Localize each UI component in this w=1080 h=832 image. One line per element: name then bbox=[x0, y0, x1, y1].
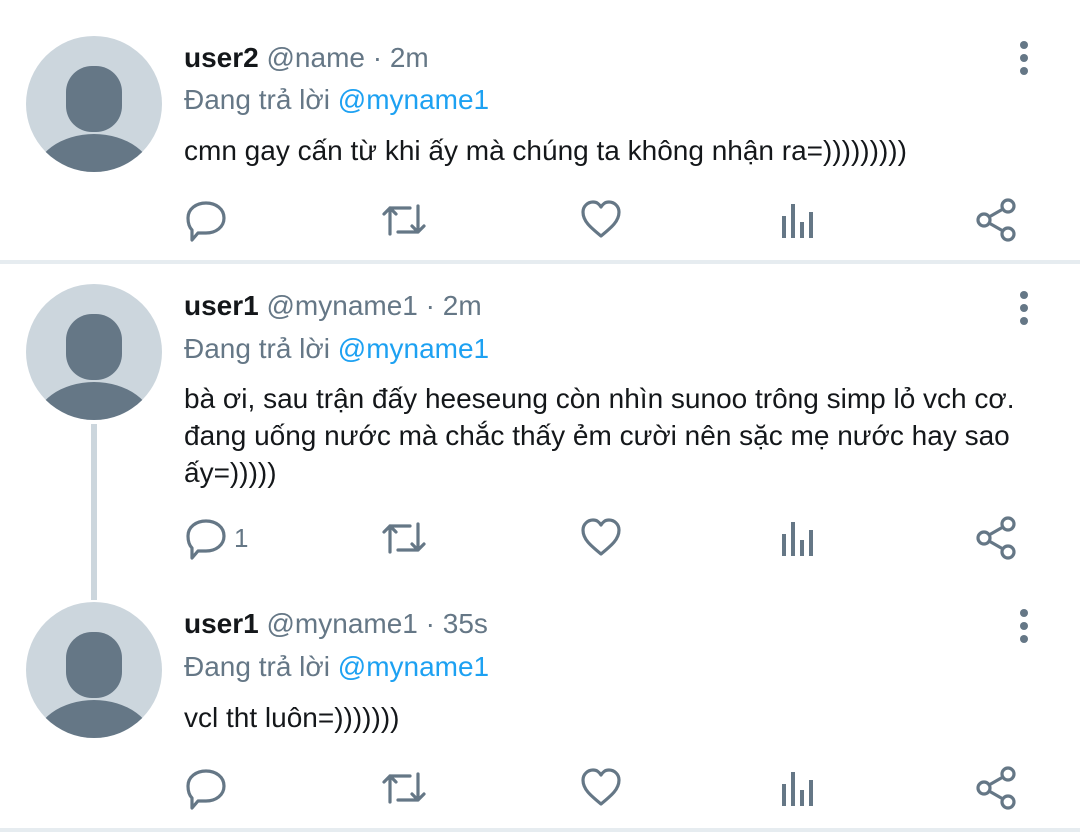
like-button[interactable] bbox=[580, 764, 622, 812]
action-bar: 1 bbox=[0, 514, 1080, 562]
action-bar bbox=[0, 764, 1080, 812]
like-icon bbox=[581, 200, 621, 238]
tweet-header: user1 @myname1 · 35s bbox=[184, 608, 488, 640]
reply-button[interactable] bbox=[184, 196, 234, 244]
share-icon bbox=[976, 516, 1016, 560]
mention-link[interactable]: @myname1 bbox=[338, 651, 489, 682]
tweet-2[interactable]: user1 @myname1 · 2m Đang trả lời @myname… bbox=[0, 264, 1080, 582]
analytics-button[interactable] bbox=[778, 514, 818, 562]
more-icon bbox=[1020, 41, 1028, 75]
reply-button[interactable] bbox=[184, 764, 234, 812]
tweet-1[interactable]: user2 @name · 2m Đang trả lời @myname1 c… bbox=[0, 0, 1080, 262]
reply-button[interactable]: 1 bbox=[184, 514, 248, 562]
like-icon bbox=[581, 518, 621, 556]
like-icon bbox=[581, 768, 621, 806]
retweet-icon bbox=[382, 204, 426, 236]
analytics-icon bbox=[782, 772, 813, 806]
share-icon bbox=[976, 766, 1016, 810]
retweet-button[interactable] bbox=[380, 764, 428, 812]
replying-to: Đang trả lời @myname1 bbox=[184, 84, 489, 116]
share-button[interactable] bbox=[974, 764, 1018, 812]
replying-to: Đang trả lời @myname1 bbox=[184, 333, 489, 365]
analytics-icon bbox=[782, 204, 813, 238]
separator: · bbox=[425, 290, 435, 321]
share-button[interactable] bbox=[974, 514, 1018, 562]
analytics-icon bbox=[782, 522, 813, 556]
share-icon bbox=[976, 198, 1016, 242]
handle[interactable]: @name bbox=[267, 42, 365, 73]
display-name[interactable]: user1 bbox=[184, 608, 259, 639]
replying-to: Đang trả lời @myname1 bbox=[184, 651, 489, 683]
like-button[interactable] bbox=[580, 514, 622, 562]
default-avatar-icon bbox=[34, 66, 154, 172]
separator: · bbox=[372, 42, 383, 73]
separator: · bbox=[425, 608, 435, 639]
display-name[interactable]: user2 bbox=[184, 42, 259, 73]
avatar[interactable] bbox=[26, 36, 162, 172]
retweet-icon bbox=[382, 772, 426, 804]
more-options-button[interactable] bbox=[1012, 290, 1036, 330]
replying-prefix: Đang trả lời bbox=[184, 84, 330, 115]
tweet-3[interactable]: user1 @myname1 · 35s Đang trả lời @mynam… bbox=[0, 582, 1080, 828]
timestamp[interactable]: 2m bbox=[443, 290, 482, 321]
avatar[interactable] bbox=[26, 602, 162, 738]
retweet-icon bbox=[382, 522, 426, 554]
handle[interactable]: @myname1 bbox=[267, 290, 418, 321]
mention-link[interactable]: @myname1 bbox=[338, 333, 489, 364]
replying-prefix: Đang trả lời bbox=[184, 651, 330, 682]
tweet-header: user2 @name · 2m bbox=[184, 42, 429, 74]
more-options-button[interactable] bbox=[1012, 608, 1036, 648]
tweet-text: bà ơi, sau trận đấy heeseung còn nhìn su… bbox=[184, 383, 1015, 488]
replying-prefix: Đang trả lời bbox=[184, 333, 330, 364]
action-bar bbox=[0, 196, 1080, 244]
tweet-text: cmn gay cấn từ khi ấy mà chúng ta không … bbox=[184, 135, 907, 166]
mention-link[interactable]: @myname1 bbox=[338, 84, 489, 115]
tweet-header: user1 @myname1 · 2m bbox=[184, 290, 482, 322]
tweet-text: vcl tht luôn=))))))) bbox=[184, 702, 400, 733]
reply-icon bbox=[186, 519, 226, 560]
avatar[interactable] bbox=[26, 284, 162, 420]
more-icon bbox=[1020, 609, 1028, 643]
handle[interactable]: @myname1 bbox=[267, 608, 418, 639]
timestamp[interactable]: 35s bbox=[443, 608, 488, 639]
retweet-button[interactable] bbox=[380, 514, 428, 562]
default-avatar-icon bbox=[34, 314, 154, 420]
divider bbox=[0, 828, 1080, 832]
display-name[interactable]: user1 bbox=[184, 290, 259, 321]
more-icon bbox=[1020, 291, 1028, 325]
retweet-button[interactable] bbox=[380, 196, 428, 244]
share-button[interactable] bbox=[974, 196, 1018, 244]
like-button[interactable] bbox=[580, 196, 622, 244]
analytics-button[interactable] bbox=[778, 196, 818, 244]
more-options-button[interactable] bbox=[1012, 40, 1036, 80]
default-avatar-icon bbox=[34, 632, 154, 738]
reply-icon bbox=[186, 769, 226, 810]
reply-icon bbox=[186, 201, 226, 242]
timestamp[interactable]: 2m bbox=[390, 42, 429, 73]
reply-count: 1 bbox=[234, 522, 249, 553]
analytics-button[interactable] bbox=[778, 764, 818, 812]
